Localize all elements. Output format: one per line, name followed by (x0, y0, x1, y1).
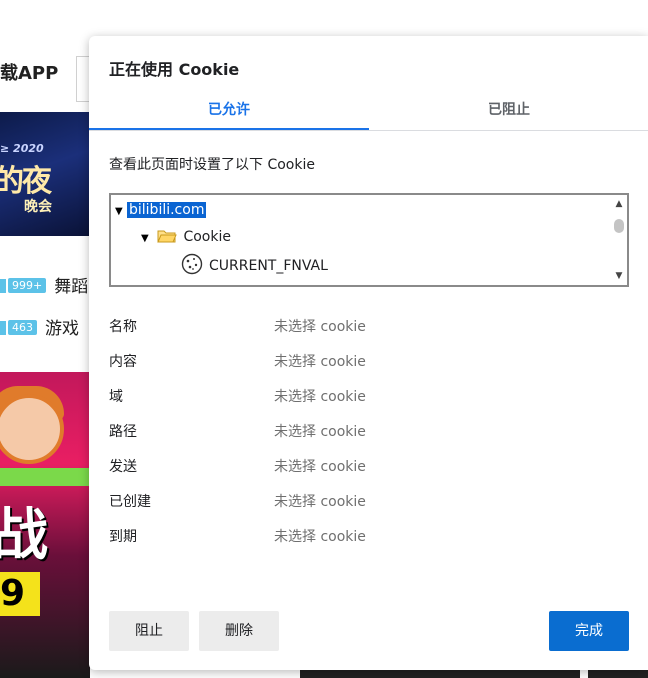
category-label: 舞蹈 (54, 277, 89, 297)
property-row: 路径 未选择 cookie (109, 421, 629, 456)
poster-character-face (0, 394, 64, 464)
dialog-description: 查看此页面时设置了以下 Cookie (109, 157, 315, 173)
tree-node-domain[interactable]: ▼ bilibili.com (115, 199, 207, 223)
poster-number: 9 (0, 572, 40, 616)
property-key: 内容 (109, 354, 137, 370)
background-category-game[interactable]: 463 游戏 (0, 314, 79, 339)
block-button[interactable]: 阻止 (109, 611, 189, 651)
property-row: 域 未选择 cookie (109, 386, 629, 421)
cookie-tabs: 已允许 已阻止 (89, 92, 648, 131)
property-key: 已创建 (109, 494, 151, 510)
done-button[interactable]: 完成 (549, 611, 629, 651)
tree-node-cookie[interactable]: CURRENT_FNVAL (181, 253, 328, 275)
folder-open-icon (157, 228, 178, 251)
delete-button[interactable]: 删除 (199, 611, 279, 651)
scroll-down-arrow-icon[interactable]: ▼ (611, 269, 627, 283)
category-marker (0, 279, 6, 293)
cookie-name-label: CURRENT_FNVAL (209, 258, 328, 274)
banner-subtitle: 晚会 (24, 199, 52, 215)
background-banner[interactable]: ≥ 2020 的夜 晚会 (0, 112, 90, 236)
cookie-properties: 名称 未选择 cookie 内容 未选择 cookie 域未选择 cookie 路径… (109, 316, 629, 561)
property-value: 未选择 cookie (274, 494, 366, 510)
property-value: 未选择 cookie (274, 354, 366, 370)
domain-label: bilibili.com (127, 202, 207, 218)
banner-year: ≥ 2020 (0, 142, 44, 155)
expand-arrow-icon[interactable]: ▼ (141, 228, 153, 250)
poster-title: 战 (0, 503, 48, 568)
property-value: 未选择 cookie (274, 319, 366, 335)
property-key: 发送 (109, 459, 137, 475)
expand-arrow-icon[interactable]: ▼ (115, 201, 127, 223)
tab-blocked[interactable]: 已阻止 (369, 92, 648, 128)
property-key: 到期 (109, 529, 137, 545)
property-value: 未选择 cookie (274, 459, 366, 475)
property-row: 发送 未选择 cookie (109, 456, 629, 491)
category-label: 游戏 (45, 319, 79, 339)
cookie-tree[interactable]: ▼ bilibili.com ▼ Cookie CURRENT_FNVAL ▲ ▼ (109, 193, 629, 287)
property-key: 路径 (109, 424, 137, 440)
property-key: 名称 (109, 319, 137, 335)
banner-title: 的夜 (0, 164, 52, 199)
folder-label: Cookie (183, 229, 231, 245)
property-value: 未选择 cookie (274, 529, 366, 545)
tab-allowed[interactable]: 已允许 (89, 92, 369, 130)
property-row: 到期 未选择 cookie (109, 526, 629, 561)
cookie-icon (181, 253, 203, 282)
scrollbar-thumb[interactable] (614, 219, 624, 233)
tree-scrollbar[interactable]: ▲ ▼ (611, 195, 627, 285)
property-value: 未选择 cookie (274, 389, 366, 405)
background-topbar (0, 0, 648, 36)
property-value: 未选择 cookie (274, 424, 366, 440)
background-poster[interactable]: 战 9 (0, 372, 90, 678)
cookies-in-use-dialog: 正在使用 Cookie 已允许 已阻止 查看此页面时设置了以下 Cookie ▼… (89, 36, 648, 670)
category-marker (0, 321, 6, 335)
scroll-up-arrow-icon[interactable]: ▲ (611, 197, 627, 211)
dialog-title: 正在使用 Cookie (109, 60, 240, 79)
category-count-badge: 999+ (8, 278, 47, 293)
background-category-dance[interactable]: 999+ 舞蹈 (0, 272, 89, 297)
poster-stripe (0, 468, 90, 486)
category-count-badge: 463 (8, 320, 37, 335)
property-row: 内容 未选择 cookie (109, 351, 629, 386)
property-key: 域 (109, 389, 123, 405)
property-row: 名称 未选择 cookie (109, 316, 629, 351)
property-row: 已创建 未选择 cookie (109, 491, 629, 526)
tree-node-folder[interactable]: ▼ Cookie (141, 226, 231, 248)
